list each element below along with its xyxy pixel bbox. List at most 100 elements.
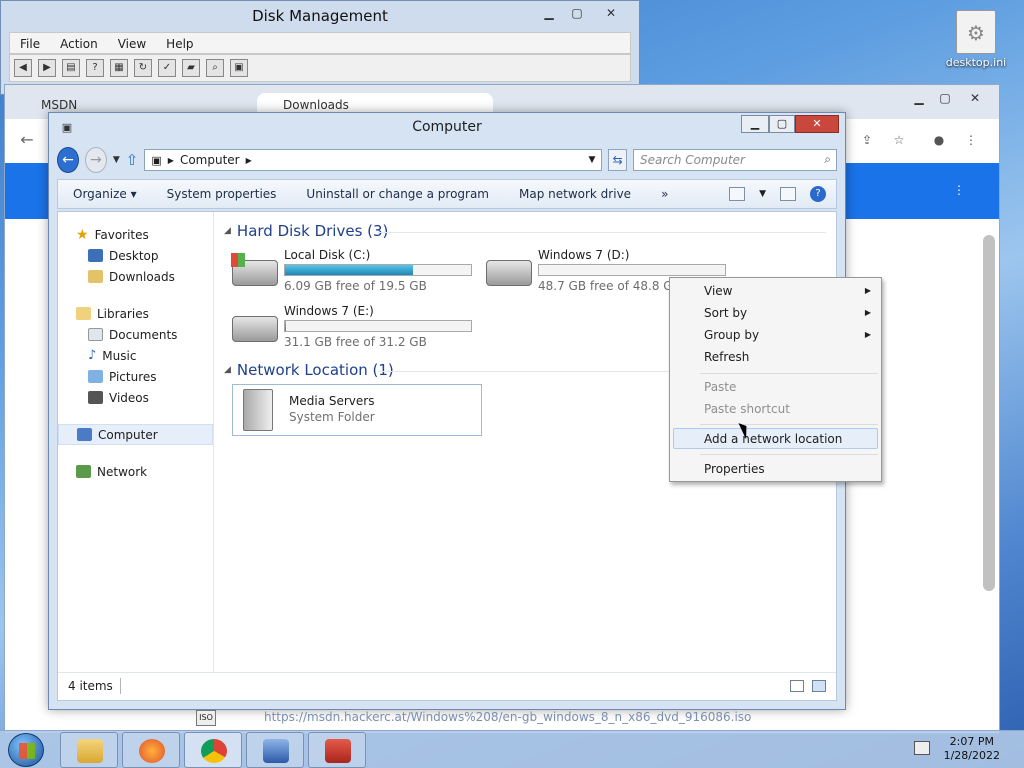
star-icon[interactable]: ☆ [887, 131, 911, 149]
forward-arrow-icon[interactable]: ▶ [38, 59, 56, 77]
help-icon[interactable]: ? [86, 59, 104, 77]
breadcrumb-arrow-icon[interactable]: ▶ [246, 156, 252, 165]
menu-item-sort-by[interactable]: Sort by [704, 306, 747, 320]
sidebar-item-documents[interactable]: Documents [58, 324, 213, 345]
back-icon[interactable]: ← [15, 131, 39, 149]
menu-item-paste-shortcut[interactable]: Paste shortcut [704, 402, 790, 416]
sidebar-item-videos[interactable]: Videos [58, 387, 213, 408]
libraries-icon [76, 307, 91, 320]
sidebar-item-favorites[interactable]: ★ Favorites [58, 224, 213, 245]
browser-maximize-icon[interactable]: ▢ [933, 89, 957, 107]
profile-icon[interactable]: ● [927, 131, 951, 149]
refresh-button[interactable]: ⇆ [608, 149, 627, 171]
taskbar-toolbox[interactable] [308, 732, 366, 768]
clock-time: 2:07 PM [949, 735, 994, 748]
settings-file-icon [956, 10, 996, 54]
menu-help[interactable]: Help [156, 33, 203, 53]
breadcrumb-computer[interactable]: Computer [180, 153, 240, 167]
menu-item-add-network-location[interactable]: Add a network location [704, 432, 842, 446]
console-tree-icon[interactable]: ▤ [62, 59, 80, 77]
organize-button[interactable]: Organize ▾ [58, 187, 152, 201]
downloads-folder-icon [88, 270, 103, 283]
large-icons-view-icon[interactable] [812, 680, 826, 692]
navigation-pane: ★ Favorites Desktop Downloads Libraries [58, 212, 214, 672]
menu-action[interactable]: Action [50, 33, 108, 53]
drive-e[interactable]: Windows 7 (E:) 31.1 GB free of 31.2 GB [228, 302, 478, 352]
start-button[interactable] [8, 733, 44, 767]
view-dropdown-icon[interactable]: ▼ [759, 189, 766, 199]
check-icon[interactable]: ✓ [158, 59, 176, 77]
clock[interactable]: 2:07 PM 1/28/2022 [944, 735, 1000, 763]
drive-name: Local Disk (C:) [284, 248, 371, 262]
taskbar-explorer[interactable] [60, 732, 118, 768]
sidebar-item-downloads[interactable]: Downloads [58, 266, 213, 287]
taskbar-chrome[interactable] [184, 732, 242, 768]
preview-pane-icon[interactable] [780, 187, 796, 201]
sidebar-item-music[interactable]: ♪ Music [58, 345, 213, 366]
breadcrumb-arrow-icon[interactable]: ▶ [168, 156, 174, 165]
sidebar-item-libraries[interactable]: Libraries [58, 303, 213, 324]
sidebar-item-label: Desktop [109, 248, 159, 263]
taskbar-computer[interactable] [246, 732, 304, 768]
hard-disk-drives-header[interactable]: ◢ Hard Disk Drives (3) [224, 222, 388, 240]
network-tray-icon[interactable] [914, 741, 930, 755]
minimize-button[interactable]: ▁ [741, 115, 769, 133]
downloads-menu-icon[interactable]: ⋮ [947, 181, 971, 199]
refresh-icon[interactable]: ↻ [134, 59, 152, 77]
disk-icon[interactable]: ▣ [230, 59, 248, 77]
sidebar-item-label: Computer [98, 427, 158, 442]
drive-usage-bar [284, 320, 472, 332]
close-icon[interactable]: ✕ [599, 4, 623, 22]
sidebar-item-desktop[interactable]: Desktop [58, 245, 213, 266]
search-icon[interactable]: ⌕ [206, 59, 224, 77]
menu-item-paste[interactable]: Paste [704, 380, 736, 394]
menu-view[interactable]: View [108, 33, 156, 53]
share-icon[interactable]: ⇪ [855, 131, 879, 149]
minimize-icon[interactable]: ▁ [537, 4, 561, 22]
toolbox-icon [325, 739, 351, 763]
menu-item-group-by[interactable]: Group by [704, 328, 759, 342]
taskbar-firefox[interactable] [122, 732, 180, 768]
group-title: Network Location (1) [236, 361, 394, 379]
menu-item-view[interactable]: View [704, 284, 732, 298]
status-bar: 4 items [58, 672, 836, 700]
download-url[interactable]: https://msdn.hackerc.at/Windows%208/en-g… [264, 710, 751, 724]
help-icon[interactable]: ? [810, 186, 826, 202]
properties-icon[interactable]: ▦ [110, 59, 128, 77]
sidebar-item-computer[interactable]: Computer [58, 424, 213, 445]
browser-minimize-icon[interactable]: ▁ [907, 89, 931, 107]
back-arrow-icon[interactable]: ← [57, 147, 79, 173]
back-arrow-icon[interactable]: ◀ [14, 59, 32, 77]
uninstall-program-button[interactable]: Uninstall or change a program [291, 187, 504, 201]
menu-item-refresh[interactable]: Refresh [704, 350, 749, 364]
menu-dots-icon[interactable]: ⋮ [959, 131, 983, 149]
browser-close-icon[interactable]: ✕ [963, 89, 987, 107]
sidebar-item-network[interactable]: Network [58, 461, 213, 482]
browser-scrollbar[interactable] [983, 235, 995, 591]
change-view-icon[interactable] [729, 187, 746, 201]
maximize-button[interactable]: ▢ [769, 115, 795, 133]
sidebar-item-pictures[interactable]: Pictures [58, 366, 213, 387]
address-dropdown-icon[interactable]: ▼ [588, 155, 595, 165]
network-location-header[interactable]: ◢ Network Location (1) [224, 361, 394, 379]
media-servers-item[interactable]: Media Servers System Folder [232, 384, 482, 436]
computer-icon: ▣ [151, 153, 162, 167]
menu-item-properties[interactable]: Properties [704, 462, 765, 476]
search-input[interactable]: Search Computer ⌕ [633, 149, 837, 171]
close-button[interactable]: ✕ [795, 115, 839, 133]
details-view-icon[interactable] [790, 680, 804, 692]
open-folder-icon[interactable]: ▰ [182, 59, 200, 77]
system-properties-button[interactable]: System properties [152, 187, 292, 201]
context-menu: View ▶ Sort by ▶ Group by ▶ Refresh Past… [669, 277, 882, 482]
address-bar[interactable]: ▣ ▶ Computer ▶ ▼ [144, 149, 603, 171]
recent-pages-icon[interactable]: ▼ [113, 155, 120, 165]
forward-arrow-icon[interactable]: → [84, 147, 107, 173]
up-arrow-icon[interactable]: ⇧ [126, 151, 139, 169]
media-server-icon [243, 389, 273, 431]
drive-c[interactable]: Local Disk (C:) 6.09 GB free of 19.5 GB [228, 246, 478, 296]
map-network-drive-button[interactable]: Map network drive [504, 187, 646, 201]
desktop-ini-icon[interactable]: desktop.ini [944, 10, 1008, 69]
menu-file[interactable]: File [10, 33, 50, 53]
maximize-icon[interactable]: ▢ [565, 4, 589, 22]
more-commands-button[interactable]: » [646, 187, 683, 201]
